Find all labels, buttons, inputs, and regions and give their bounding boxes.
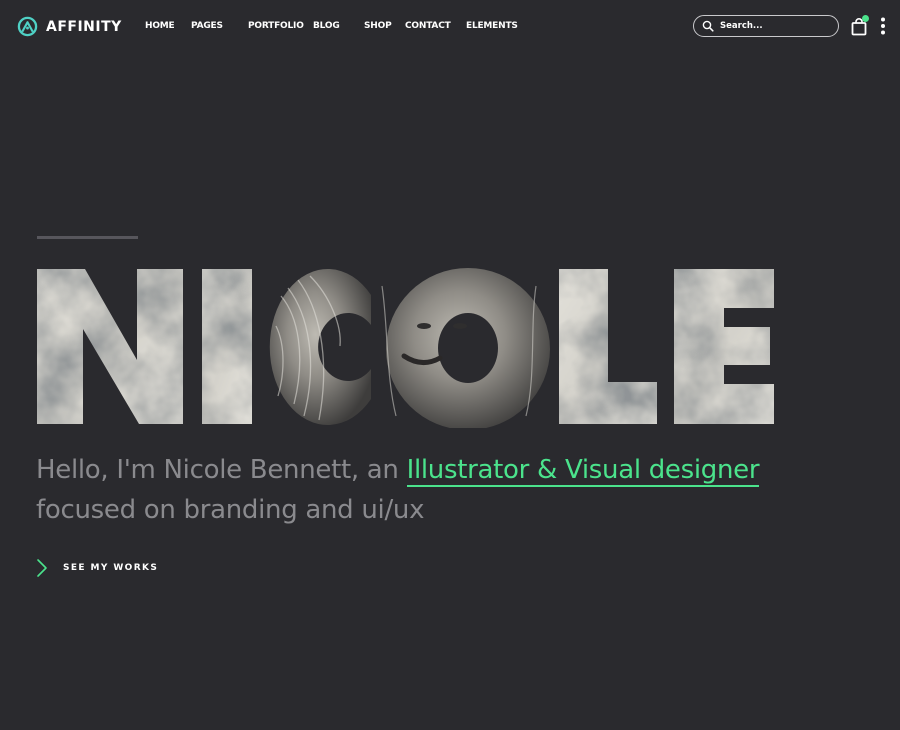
hero-intro-line2: focused on branding and ui/ux [36,495,425,525]
cart-button[interactable] [851,15,869,37]
hero-highlight-link[interactable]: Illustrator & Visual designer [406,455,760,487]
hero-name-svg [37,268,774,428]
more-vertical-icon [881,17,885,35]
nav-item-portfolio[interactable]: PORTFOLIO [248,21,304,31]
logo-text: AFFINITY [46,18,122,35]
letter-l [559,269,657,424]
letter-i [202,269,252,424]
hero-accent-line [37,236,138,239]
search-box[interactable] [693,15,839,37]
chevron-right-icon [37,559,47,577]
see-my-works-label: SEE MY WORKS [63,563,159,573]
nav-item-pages[interactable]: PAGES [191,21,223,31]
search-input[interactable] [720,21,830,31]
hero-intro-line1: Hello, I'm Nicole Bennett, an Illustrato… [36,450,856,490]
letter-e [674,269,774,424]
nav-item-elements[interactable]: ELEMENTS [466,21,518,31]
letter-c [269,269,371,425]
nav-item-contact[interactable]: CONTACT [405,21,451,31]
hero-intro: Hello, I'm Nicole Bennett, an Illustrato… [36,450,856,530]
logo-link[interactable]: AFFINITY [17,16,122,37]
nav-item-shop[interactable]: SHOP [364,21,392,31]
site-header: AFFINITY HOME PAGES PORTFOLIO BLOG SHOP … [0,0,900,56]
hero-name-graphic [36,266,778,428]
page: AFFINITY HOME PAGES PORTFOLIO BLOG SHOP … [0,0,900,730]
cart-badge [862,15,869,22]
more-menu-button[interactable] [878,17,888,35]
search-icon [702,20,714,32]
affinity-logo-icon [17,16,38,37]
nav-item-home[interactable]: HOME [145,21,175,31]
letter-n [37,269,183,424]
nav-item-blog[interactable]: BLOG [313,21,340,31]
letter-o [386,268,550,428]
see-my-works-button[interactable]: SEE MY WORKS [36,558,158,578]
hero-intro-text: Hello, I'm Nicole Bennett, an [36,455,399,485]
